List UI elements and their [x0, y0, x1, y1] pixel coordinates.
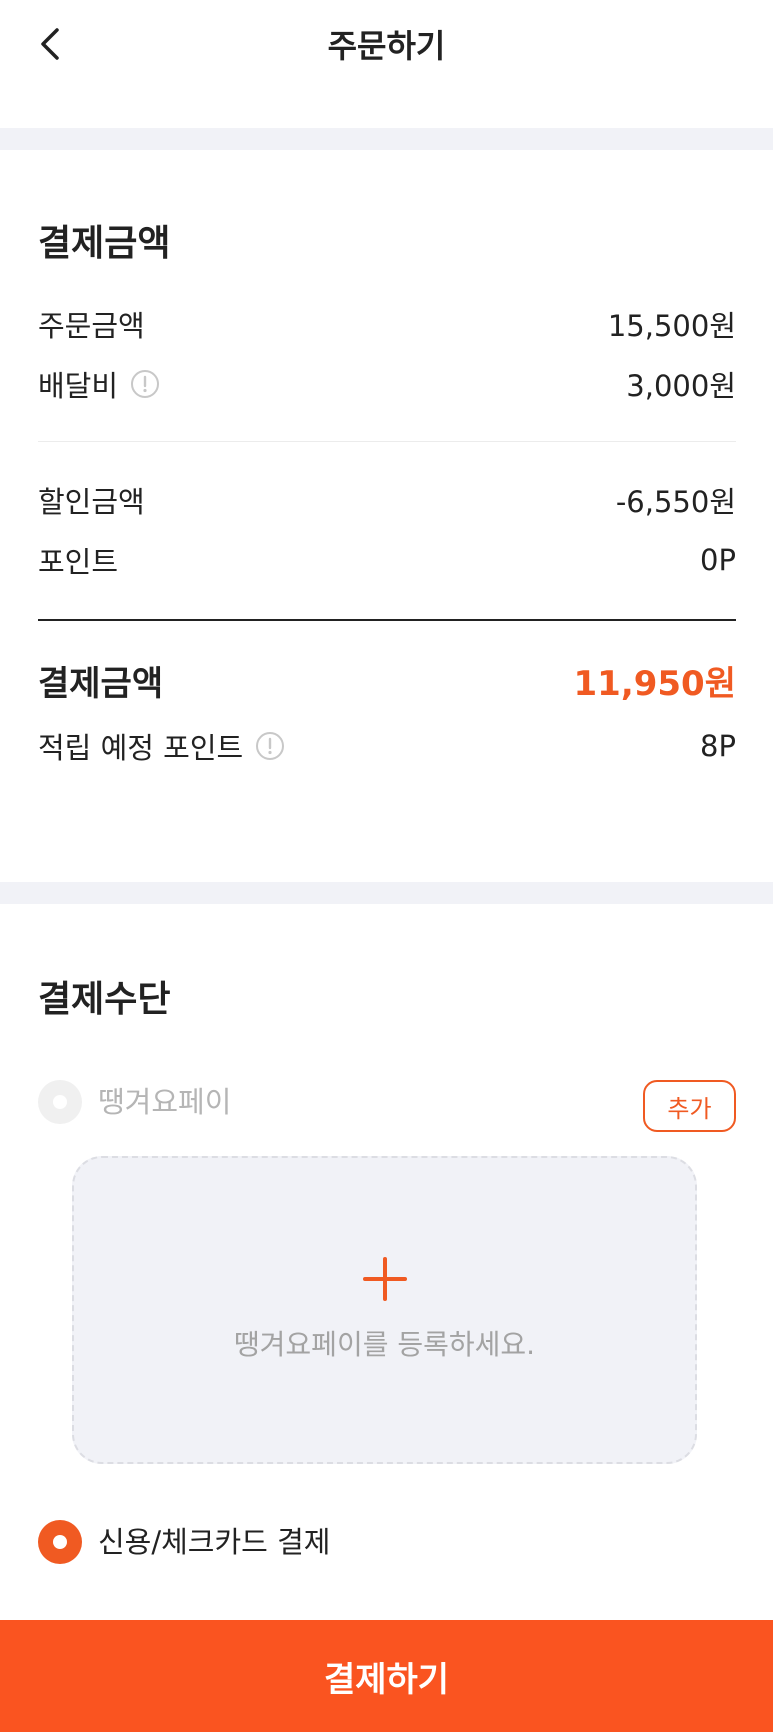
- payment-method-title: 결제수단: [38, 979, 171, 1020]
- delivery-fee-label-wrap: 배달비: [38, 363, 160, 405]
- radio-card[interactable]: [38, 1520, 82, 1564]
- add-pay-button[interactable]: 추가: [643, 1080, 736, 1132]
- info-circle-icon[interactable]: [255, 731, 285, 761]
- summary-title: 결제금액: [38, 223, 171, 264]
- delivery-fee-row: 배달비 3,000원: [38, 362, 736, 406]
- section-divider: [0, 882, 773, 904]
- order-page: 주문하기 결제금액 주문금액 15,500원 배달비 3,000원 할인금액 -…: [0, 0, 773, 1732]
- discount-value: -6,550원: [615, 485, 736, 519]
- earn-point-label-wrap: 적립 예정 포인트: [38, 725, 285, 767]
- pay-option-ddangyo[interactable]: 땡겨요페이: [38, 1080, 231, 1124]
- card-pay-label: 신용/체크카드 결제: [98, 1525, 331, 1559]
- total-label: 결제금액: [38, 663, 164, 704]
- point-label: 포인트: [38, 545, 119, 579]
- plus-icon: [362, 1257, 407, 1301]
- register-pay-card[interactable]: 땡겨요페이를 등록하세요.: [72, 1156, 697, 1464]
- discount-row: 할인금액 -6,550원: [38, 478, 736, 522]
- row-divider: [38, 441, 736, 442]
- point-row: 포인트 0P: [38, 538, 736, 582]
- earn-point-value: 8P: [700, 729, 736, 763]
- order-amount-value: 15,500원: [607, 309, 736, 343]
- delivery-fee-label: 배달비: [38, 369, 119, 403]
- earn-point-label: 적립 예정 포인트: [38, 731, 244, 765]
- header: 주문하기: [0, 0, 773, 128]
- order-amount-label: 주문금액: [38, 309, 145, 343]
- info-circle-icon[interactable]: [130, 369, 160, 399]
- radio-ddangyo-pay[interactable]: [38, 1080, 82, 1124]
- page-title: 주문하기: [327, 27, 446, 65]
- delivery-fee-value: 3,000원: [626, 369, 736, 403]
- discount-label: 할인금액: [38, 485, 145, 519]
- register-pay-text: 땡겨요페이를 등록하세요.: [233, 1328, 536, 1361]
- pay-option-card[interactable]: 신용/체크카드 결제: [38, 1520, 330, 1564]
- order-amount-row: 주문금액 15,500원: [38, 302, 736, 346]
- ddangyo-pay-label: 땡겨요페이: [98, 1085, 232, 1119]
- total-value: 11,950원: [573, 663, 736, 704]
- section-divider: [0, 128, 773, 150]
- total-divider: [38, 619, 736, 621]
- earn-point-row: 적립 예정 포인트 8P: [38, 724, 736, 768]
- point-value: 0P: [700, 543, 736, 577]
- total-row: 결제금액 11,950원: [38, 658, 736, 704]
- pay-button[interactable]: 결제하기: [0, 1620, 773, 1732]
